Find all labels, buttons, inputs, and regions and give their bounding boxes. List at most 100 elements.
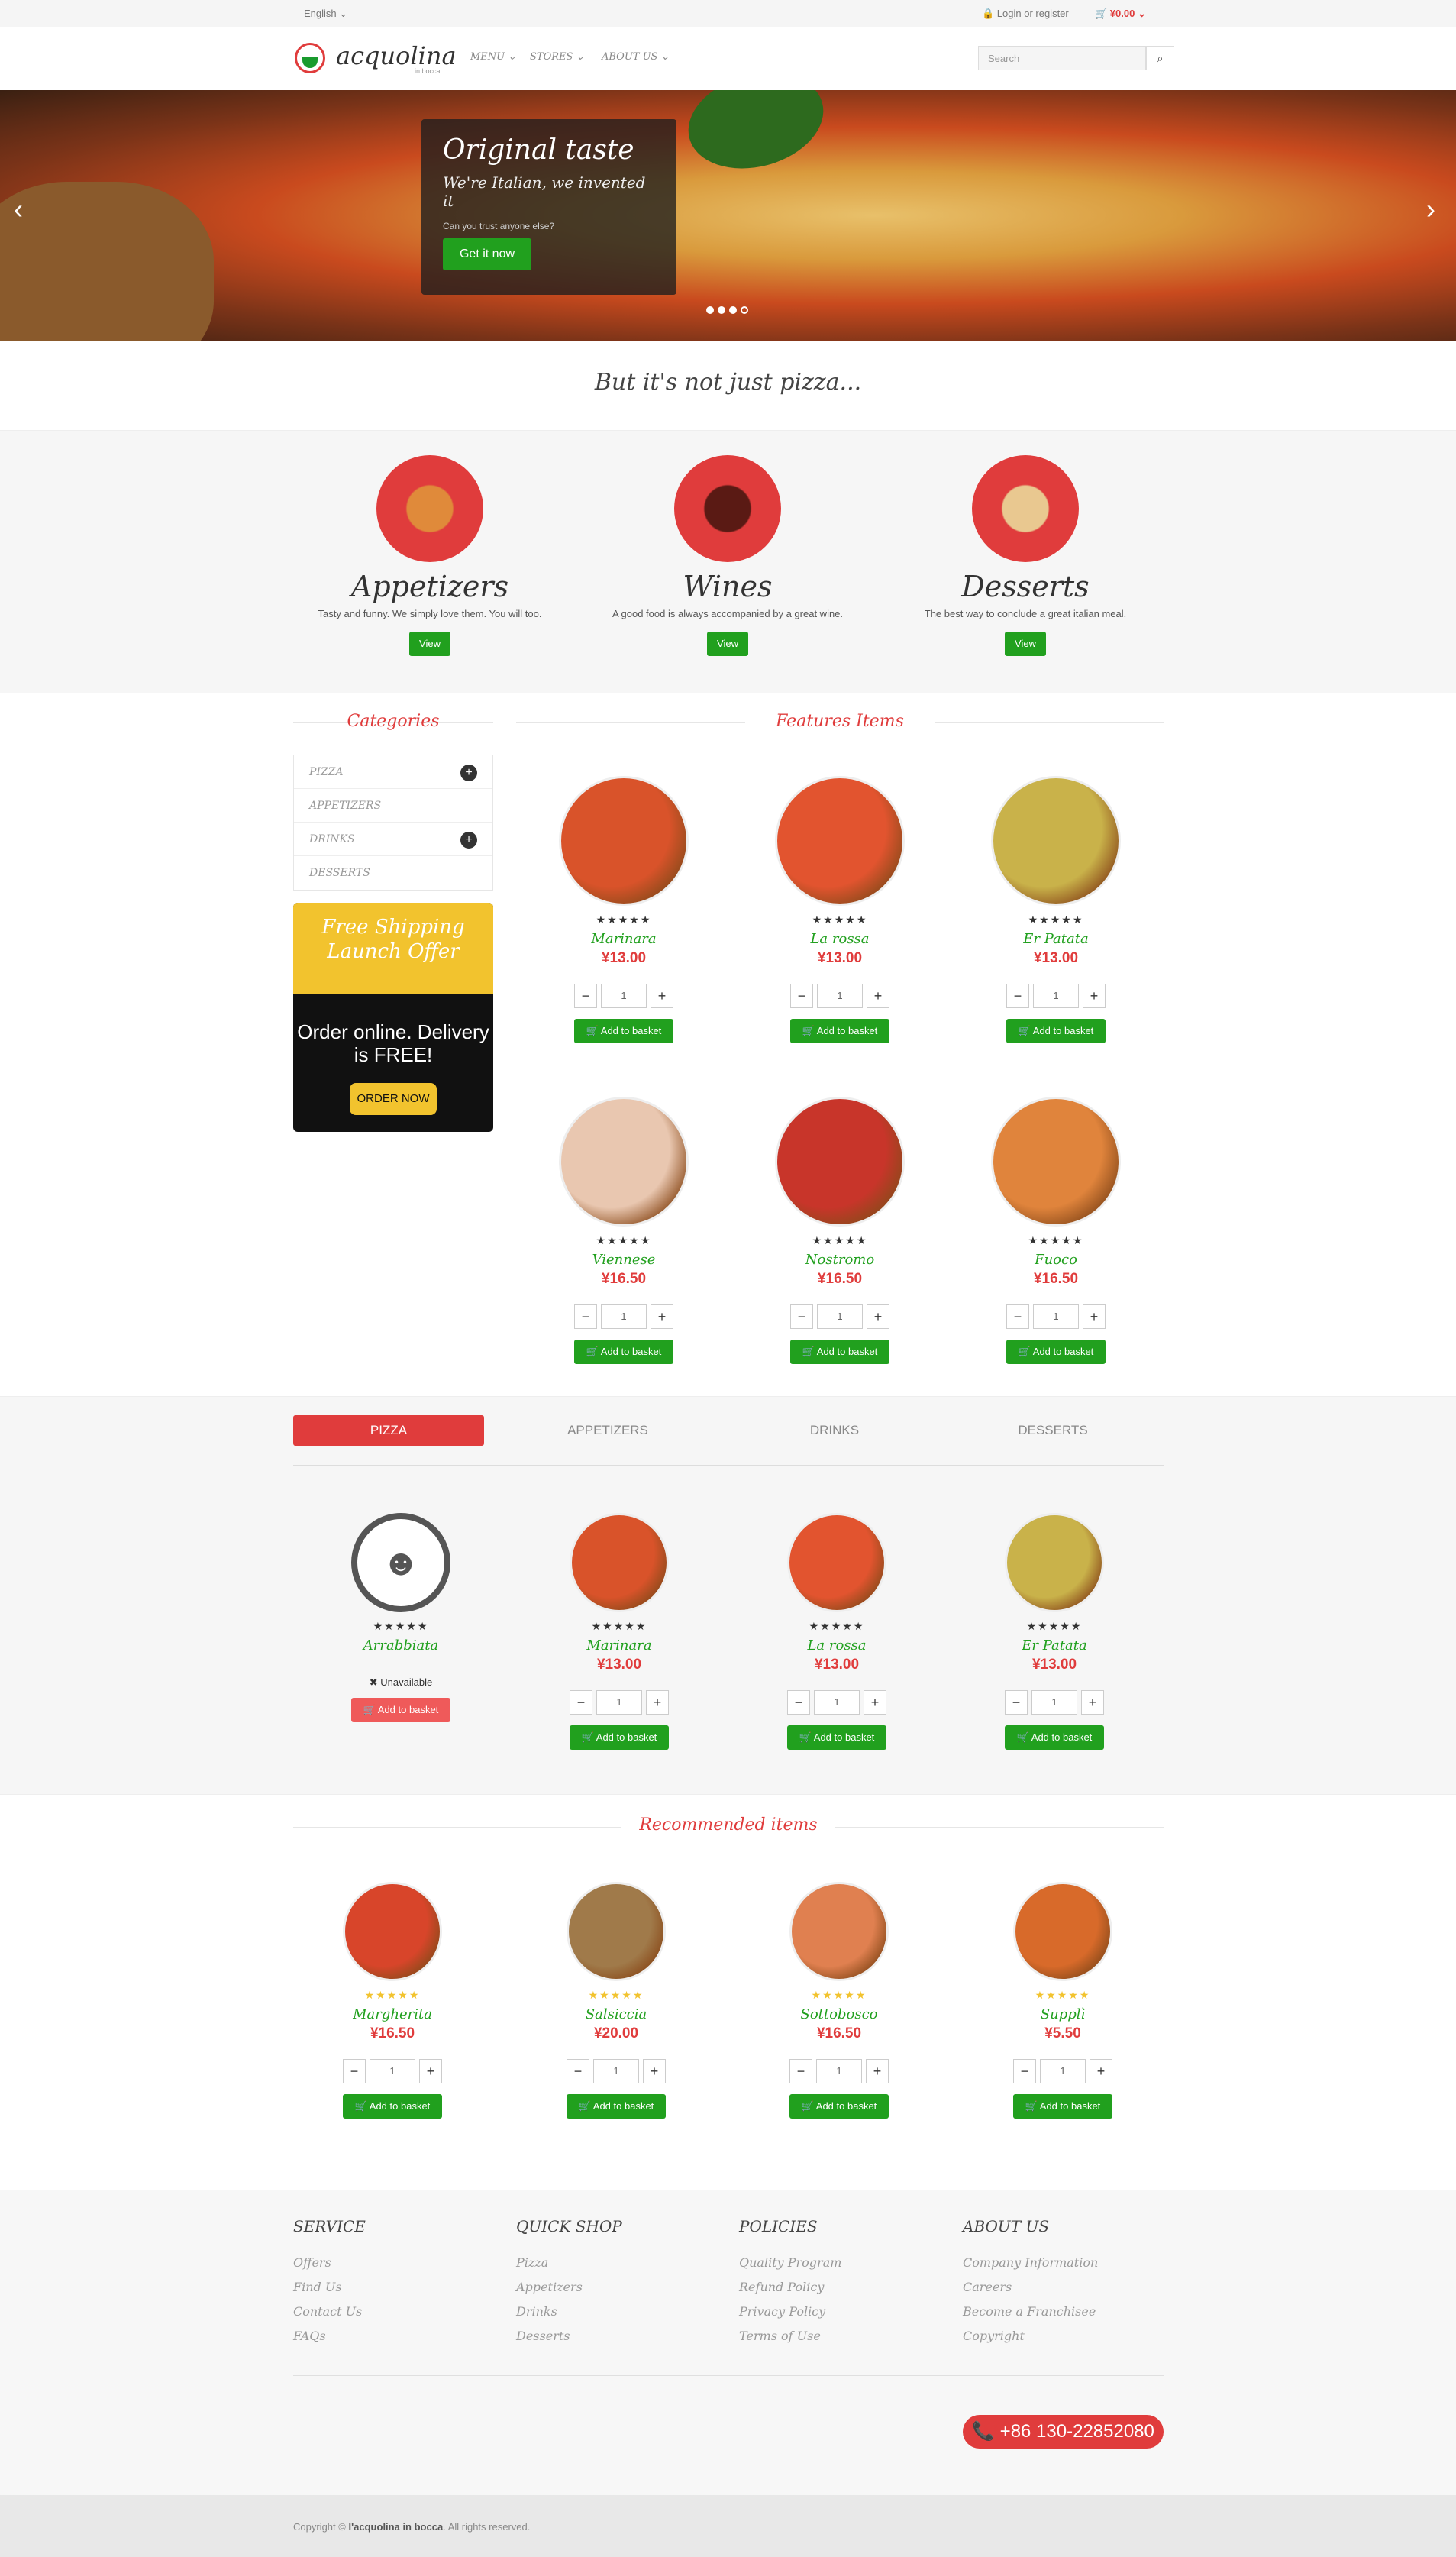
quantity-input[interactable]: 1 [1033, 984, 1079, 1008]
product-name[interactable]: Nostromo [764, 1252, 916, 1268]
product-name[interactable]: La rossa [764, 931, 916, 947]
product-image[interactable] [789, 1882, 889, 1981]
quantity-input[interactable]: 1 [596, 1690, 642, 1715]
product-name[interactable]: Marinara [547, 931, 700, 947]
minus-button[interactable]: − [574, 1304, 597, 1329]
footer-link[interactable]: Quality Program [739, 2251, 930, 2275]
product-image[interactable] [567, 1882, 666, 1981]
view-button[interactable]: View [707, 632, 748, 656]
plus-button[interactable]: + [646, 1690, 669, 1715]
category-item-pizza[interactable]: PIZZA + [294, 755, 492, 789]
add-to-basket-button[interactable]: 🛒 Add to basket [343, 2094, 442, 2119]
product-name[interactable]: Arrabbiata [324, 1637, 477, 1653]
logo[interactable]: acquolina [336, 41, 457, 70]
product-image[interactable] [991, 1097, 1121, 1227]
product-name[interactable]: Sottobosco [763, 2006, 915, 2022]
footer-link[interactable]: Copyright [963, 2324, 1154, 2348]
language-selector[interactable]: English ⌄ [304, 8, 347, 20]
plus-button[interactable]: + [419, 2059, 442, 2083]
product-image[interactable] [1013, 1882, 1112, 1981]
phone-button[interactable]: 📞 +86 130-22852080 [963, 2415, 1164, 2449]
footer-link[interactable]: Terms of Use [739, 2324, 930, 2348]
quantity-input[interactable]: 1 [370, 2059, 415, 2083]
hero-cta-button[interactable]: Get it now [443, 238, 531, 270]
product-image[interactable] [343, 1882, 442, 1981]
logo-icon[interactable] [295, 43, 325, 73]
footer-link[interactable]: Find Us [293, 2275, 484, 2300]
plus-button[interactable]: + [1090, 2059, 1112, 2083]
product-image[interactable] [1005, 1513, 1104, 1612]
footer-link[interactable]: Desserts [516, 2324, 707, 2348]
search-input[interactable]: Search [978, 46, 1146, 70]
add-to-basket-button[interactable]: 🛒 Add to basket [787, 1725, 886, 1750]
product-image[interactable] [787, 1513, 886, 1612]
minus-button[interactable]: − [790, 1304, 813, 1329]
nav-menu[interactable]: MENU ⌄ [470, 51, 516, 63]
footer-link[interactable]: FAQs [293, 2324, 484, 2348]
add-to-basket-button[interactable]: 🛒 Add to basket [570, 1725, 669, 1750]
footer-link[interactable]: Drinks [516, 2300, 707, 2324]
minus-button[interactable]: − [789, 2059, 812, 2083]
footer-link[interactable]: Contact Us [293, 2300, 484, 2324]
promo-banner[interactable]: Free Shipping Launch Offer Order online.… [293, 903, 493, 1132]
login-link[interactable]: 🔒 Login or register [982, 8, 1069, 20]
plus-button[interactable]: + [643, 2059, 666, 2083]
product-image[interactable] [559, 1097, 689, 1227]
minus-button[interactable]: − [1006, 1304, 1029, 1329]
quantity-input[interactable]: 1 [816, 2059, 862, 2083]
product-name[interactable]: Margherita [316, 2006, 469, 2022]
quantity-input[interactable]: 1 [817, 984, 863, 1008]
quantity-input[interactable]: 1 [1040, 2059, 1086, 2083]
category-item-desserts[interactable]: DESSERTS [294, 856, 492, 890]
plus-button[interactable]: + [867, 1304, 889, 1329]
footer-link[interactable]: Careers [963, 2275, 1154, 2300]
plus-button[interactable]: + [651, 984, 673, 1008]
product-name[interactable]: Salsiccia [540, 2006, 692, 2022]
tab-drinks[interactable]: DRINKS [739, 1415, 930, 1446]
minus-button[interactable]: − [574, 984, 597, 1008]
footer-link[interactable]: Company Information [963, 2251, 1154, 2275]
product-name[interactable]: Er Patata [980, 931, 1132, 947]
view-button[interactable]: View [409, 632, 450, 656]
product-name[interactable]: La rossa [760, 1637, 913, 1653]
plus-button[interactable]: + [1083, 984, 1106, 1008]
minus-button[interactable]: − [1013, 2059, 1036, 2083]
footer-link[interactable]: Pizza [516, 2251, 707, 2275]
view-button[interactable]: View [1005, 632, 1046, 656]
plus-button[interactable]: + [866, 2059, 889, 2083]
quantity-input[interactable]: 1 [593, 2059, 639, 2083]
product-image[interactable] [775, 1097, 905, 1227]
add-to-basket-button[interactable]: 🛒 Add to basket [1006, 1019, 1106, 1043]
add-to-basket-button[interactable]: 🛒 Add to basket [790, 1019, 889, 1043]
product-image[interactable] [570, 1513, 669, 1612]
category-item-drinks[interactable]: DRINKS + [294, 823, 492, 856]
quantity-input[interactable]: 1 [1031, 1690, 1077, 1715]
add-to-basket-button[interactable]: 🛒 Add to basket [351, 1698, 450, 1722]
nav-about[interactable]: ABOUT US ⌄ [602, 51, 670, 63]
minus-button[interactable]: − [787, 1690, 810, 1715]
quantity-input[interactable]: 1 [1033, 1304, 1079, 1329]
plus-icon[interactable]: + [460, 765, 477, 781]
product-name[interactable]: Supplì [986, 2006, 1139, 2022]
quantity-input[interactable]: 1 [601, 984, 647, 1008]
order-now-button[interactable]: ORDER NOW [350, 1083, 437, 1115]
add-to-basket-button[interactable]: 🛒 Add to basket [1006, 1340, 1106, 1364]
add-to-basket-button[interactable]: 🛒 Add to basket [1013, 2094, 1112, 2119]
footer-link[interactable]: Appetizers [516, 2275, 707, 2300]
product-name[interactable]: Er Patata [978, 1637, 1131, 1653]
product-image[interactable] [991, 776, 1121, 906]
add-to-basket-button[interactable]: 🛒 Add to basket [789, 2094, 889, 2119]
category-item-appetizers[interactable]: APPETIZERS [294, 789, 492, 823]
plus-button[interactable]: + [867, 984, 889, 1008]
tab-desserts[interactable]: DESSERTS [957, 1415, 1148, 1446]
product-name[interactable]: Marinara [543, 1637, 696, 1653]
minus-button[interactable]: − [790, 984, 813, 1008]
plus-icon[interactable]: + [460, 832, 477, 849]
search-icon[interactable]: ⌕ [1146, 46, 1174, 70]
add-to-basket-button[interactable]: 🛒 Add to basket [574, 1019, 673, 1043]
add-to-basket-button[interactable]: 🛒 Add to basket [1005, 1725, 1104, 1750]
quantity-input[interactable]: 1 [814, 1690, 860, 1715]
minus-button[interactable]: − [1005, 1690, 1028, 1715]
footer-link[interactable]: Privacy Policy [739, 2300, 930, 2324]
nav-stores[interactable]: STORES ⌄ [530, 51, 584, 63]
